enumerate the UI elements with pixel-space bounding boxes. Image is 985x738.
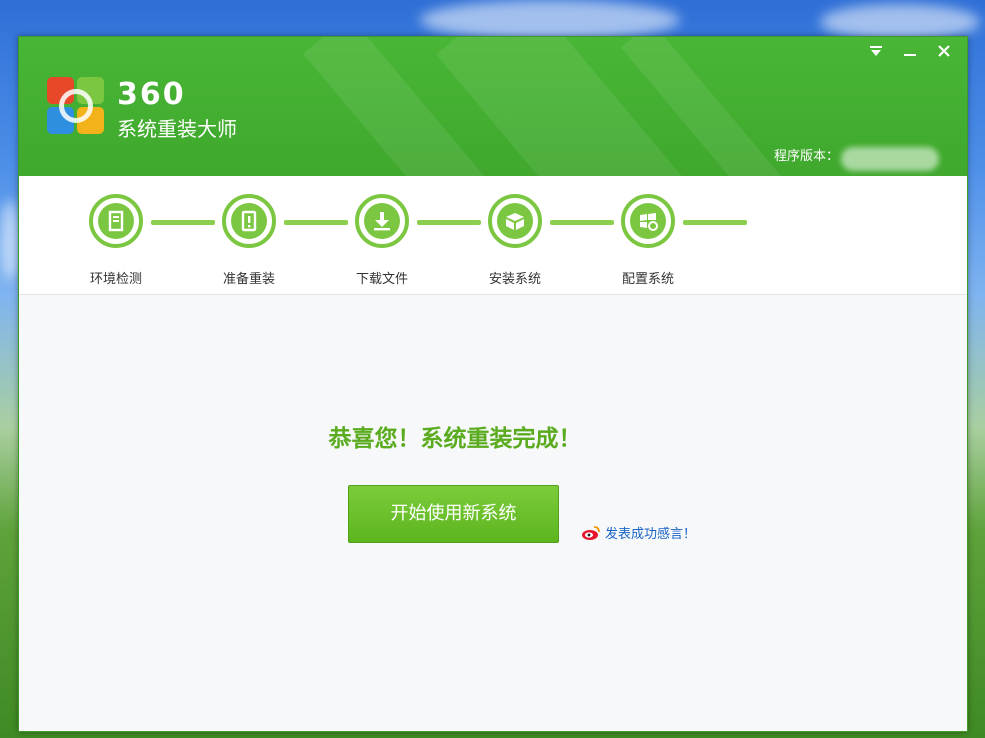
step-configure-system xyxy=(621,194,675,248)
desktop-cloud xyxy=(820,4,980,40)
installer-window: 360 系统重装大师 程序版本： 环境检测 准备重装 下载文件 安装系统 配置系… xyxy=(18,36,968,732)
step-connector xyxy=(683,220,747,225)
close-icon[interactable] xyxy=(933,43,955,65)
step-label-environment-check: 环境检测 xyxy=(89,272,142,287)
configure-windows-icon xyxy=(640,213,658,231)
step-connector xyxy=(550,220,614,225)
environment-check-icon xyxy=(108,210,124,232)
brand-number: 360 xyxy=(117,77,186,112)
step-download-files xyxy=(355,194,409,248)
download-icon xyxy=(374,212,390,231)
step-connector xyxy=(151,220,215,225)
share-link-text[interactable]: 发表成功感言！ xyxy=(605,523,696,542)
minimize-icon[interactable] xyxy=(899,43,921,65)
step-environment-check xyxy=(89,194,143,248)
brand-name: 系统重装大师 xyxy=(117,117,237,141)
window-header: 360 系统重装大师 程序版本： xyxy=(19,37,967,176)
step-connector xyxy=(284,220,348,225)
share-testimonial-link[interactable]: 发表成功感言！ xyxy=(581,523,696,542)
step-label-configure-system: 配置系统 xyxy=(621,272,674,287)
desktop-cloud xyxy=(420,0,680,40)
prepare-reinstall-icon xyxy=(241,210,257,232)
version-value-redacted xyxy=(841,147,939,171)
step-label-prepare-reinstall: 准备重装 xyxy=(222,272,275,287)
menu-icon[interactable] xyxy=(865,43,887,65)
step-install-system xyxy=(488,194,542,248)
progress-steps: 环境检测 准备重装 下载文件 安装系统 配置系统 xyxy=(19,176,967,295)
step-connector xyxy=(417,220,481,225)
step-label-download-files: 下载文件 xyxy=(355,272,408,287)
desktop-cloud xyxy=(0,200,20,280)
start-new-system-button[interactable]: 开始使用新系统 xyxy=(348,485,559,543)
install-box-icon xyxy=(506,213,524,230)
version-label: 程序版本： xyxy=(773,149,839,164)
logo-icon xyxy=(47,77,105,135)
completion-message: 恭喜您！系统重装完成！ xyxy=(328,426,582,452)
step-label-install-system: 安装系统 xyxy=(488,272,541,287)
weibo-icon xyxy=(582,525,600,540)
step-prepare-reinstall xyxy=(222,194,276,248)
